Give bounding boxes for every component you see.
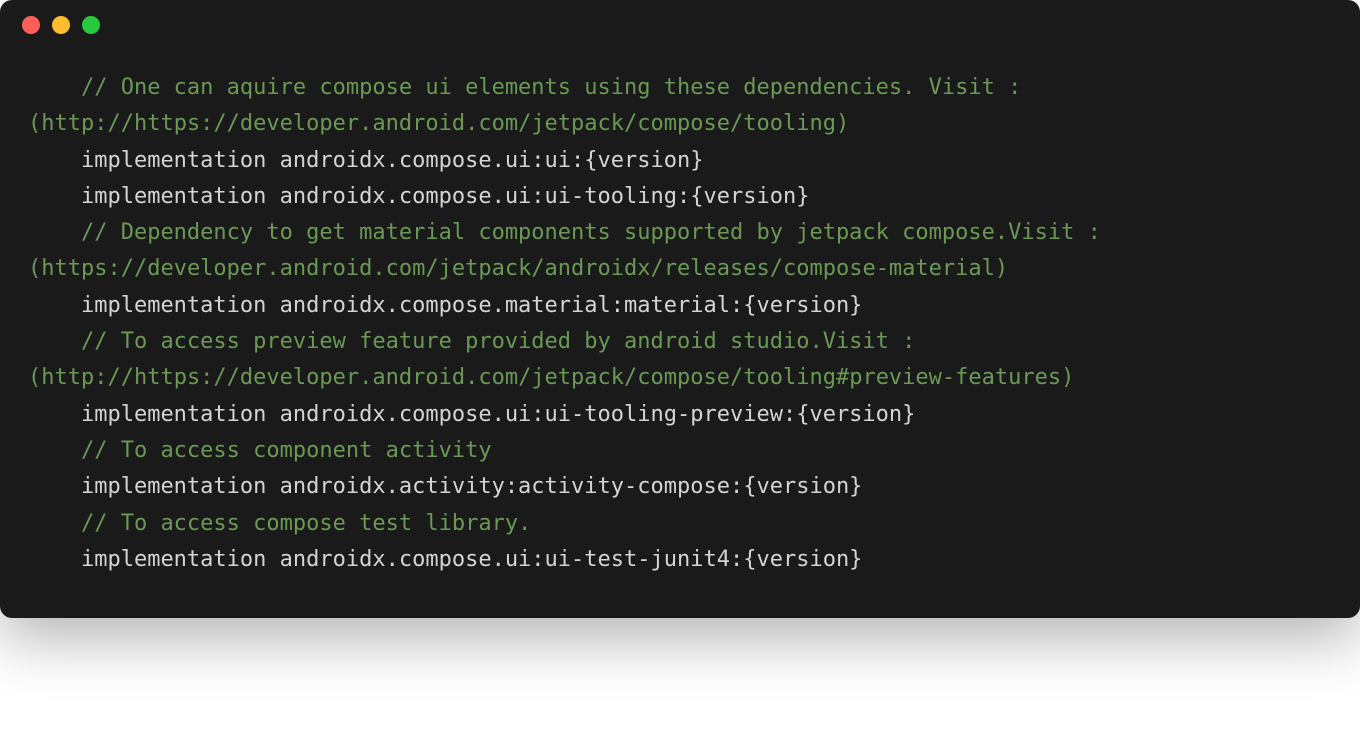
code-text: implementation androidx.compose.ui:ui-to… [81, 184, 809, 209]
code-text: implementation androidx.compose.ui:ui-te… [81, 547, 862, 572]
code-line: // Dependency to get material components… [28, 215, 1332, 288]
code-line: implementation androidx.compose.ui:ui-te… [28, 542, 1332, 578]
titlebar [0, 0, 1360, 50]
code-line: implementation androidx.compose.material… [28, 288, 1332, 324]
code-comment: // Dependency to get material components… [28, 220, 1114, 281]
code-text: implementation androidx.compose.ui:ui-to… [81, 402, 915, 427]
code-text: implementation androidx.compose.ui:ui:{v… [81, 148, 704, 173]
code-text: implementation androidx.activity:activit… [81, 474, 862, 499]
close-icon[interactable] [22, 16, 40, 34]
code-text: implementation androidx.compose.material… [81, 293, 862, 318]
code-line: implementation androidx.compose.ui:ui-to… [28, 397, 1332, 433]
minimize-icon[interactable] [52, 16, 70, 34]
code-line: // One can aquire compose ui elements us… [28, 70, 1332, 143]
code-line: // To access preview feature provided by… [28, 324, 1332, 397]
code-line: implementation androidx.compose.ui:ui:{v… [28, 143, 1332, 179]
code-area: // One can aquire compose ui elements us… [0, 50, 1360, 618]
code-comment: // To access compose test library. [81, 511, 531, 536]
code-comment: // One can aquire compose ui elements us… [28, 75, 1035, 136]
code-line: implementation androidx.activity:activit… [28, 469, 1332, 505]
code-window: // One can aquire compose ui elements us… [0, 0, 1360, 618]
maximize-icon[interactable] [82, 16, 100, 34]
code-line: // To access component activity [28, 433, 1332, 469]
code-line: // To access compose test library. [28, 506, 1332, 542]
code-line: implementation androidx.compose.ui:ui-to… [28, 179, 1332, 215]
code-comment: // To access preview feature provided by… [28, 329, 1074, 390]
code-comment: // To access component activity [81, 438, 492, 463]
